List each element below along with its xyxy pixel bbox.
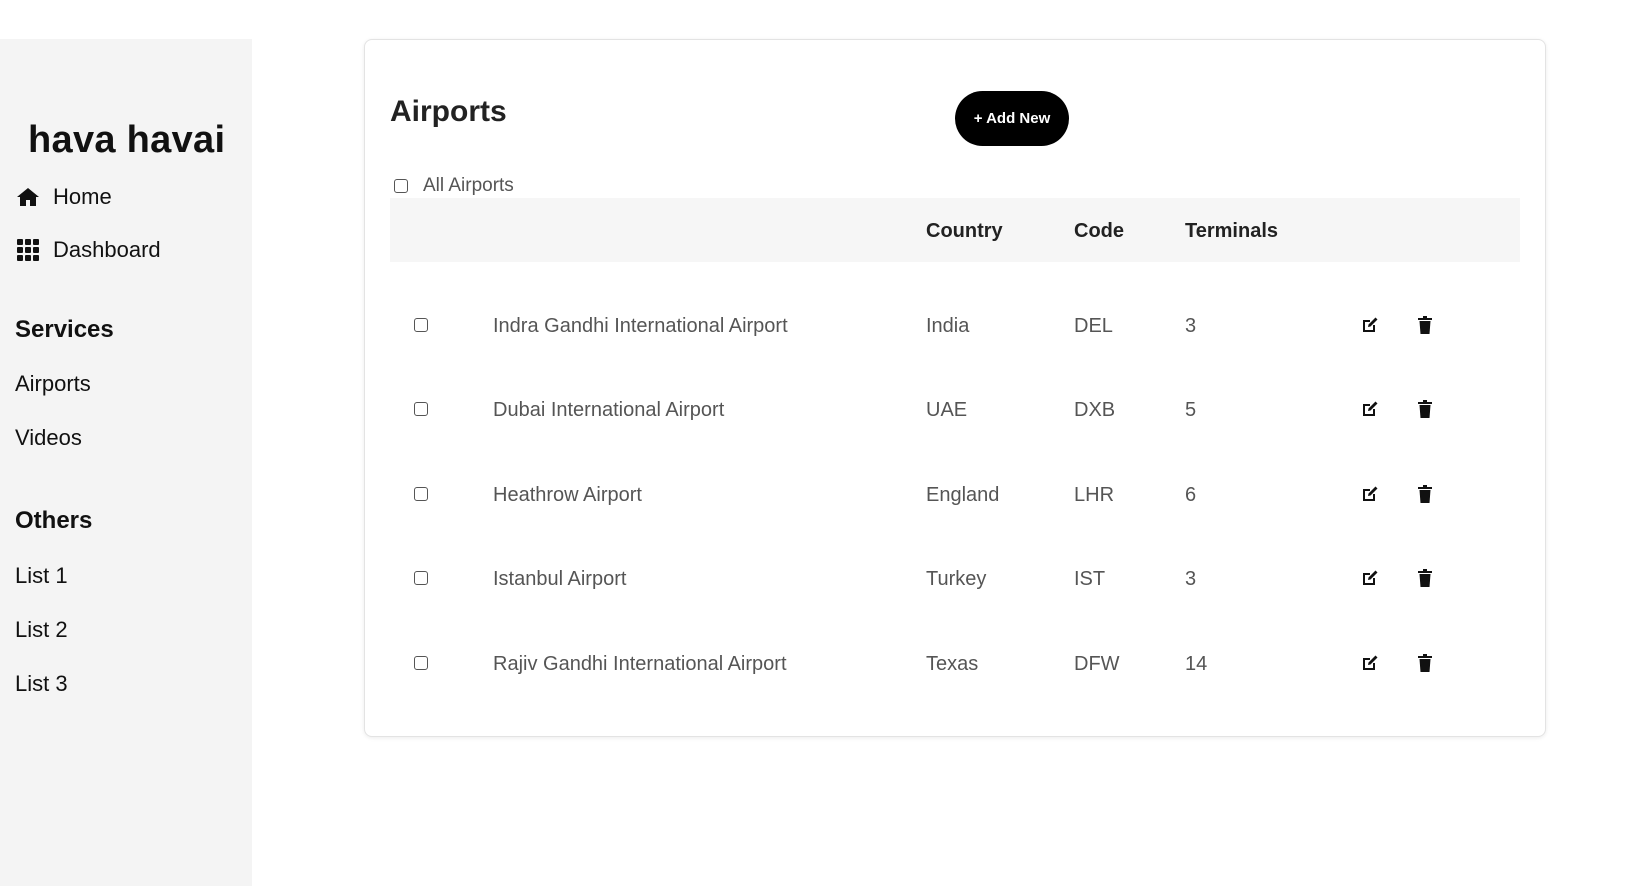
- row-checkbox[interactable]: [414, 656, 428, 670]
- page-title: Airports: [390, 95, 507, 128]
- select-all-checkbox[interactable]: [394, 179, 408, 193]
- country-cell: India: [926, 315, 970, 337]
- sidebar-item-videos[interactable]: Videos: [15, 425, 82, 451]
- nav-item-dashboard[interactable]: Dashboard: [15, 237, 161, 263]
- grid-icon: [15, 238, 41, 262]
- terminals-cell: 3: [1185, 568, 1197, 590]
- trash-icon[interactable]: [1415, 315, 1435, 335]
- select-all-label: All Airports: [423, 175, 514, 196]
- nav-item-label: Home: [53, 184, 112, 209]
- table-header: Country Code Terminals: [390, 198, 1520, 262]
- edit-icon[interactable]: [1360, 315, 1380, 335]
- terminals-cell: 3: [1185, 315, 1197, 337]
- code-cell: DEL: [1074, 315, 1113, 337]
- row-checkbox[interactable]: [414, 571, 428, 585]
- country-cell: Turkey: [926, 568, 987, 590]
- country-cell: UAE: [926, 399, 968, 421]
- table-row: Indra Gandhi International Airport India D…: [390, 285, 1520, 369]
- edit-icon[interactable]: [1360, 653, 1380, 673]
- airport-name-cell: Istanbul Airport: [493, 568, 627, 590]
- sidebar: hava havai Home Dashboard Services Airpo…: [0, 39, 252, 886]
- sidebar-item-list-3[interactable]: List 3: [15, 671, 68, 697]
- nav-item-home[interactable]: Home: [15, 184, 112, 210]
- edit-icon[interactable]: [1360, 484, 1380, 504]
- airport-name-cell: Heathrow Airport: [493, 484, 642, 506]
- trash-icon[interactable]: [1415, 399, 1435, 419]
- column-header-country: Country: [926, 220, 1003, 242]
- airport-name-cell: Rajiv Gandhi International Airport: [493, 653, 787, 675]
- sidebar-item-airports[interactable]: Airports: [15, 371, 91, 397]
- section-title-services: Services: [15, 316, 114, 343]
- country-cell: England: [926, 484, 1000, 506]
- terminals-cell: 14: [1185, 653, 1208, 675]
- country-cell: Texas: [926, 653, 979, 675]
- edit-icon[interactable]: [1360, 568, 1380, 588]
- trash-icon[interactable]: [1415, 653, 1435, 673]
- terminals-cell: 6: [1185, 484, 1197, 506]
- terminals-cell: 5: [1185, 399, 1197, 421]
- add-new-button[interactable]: + Add New: [955, 91, 1069, 146]
- select-all-row: All Airports: [394, 175, 514, 197]
- edit-icon[interactable]: [1360, 399, 1380, 419]
- table-row: Istanbul Airport Turkey IST 3: [390, 538, 1520, 622]
- table-row: Dubai International Airport UAE DXB 5: [390, 369, 1520, 453]
- nav-item-label: Dashboard: [53, 237, 161, 262]
- airports-card: Airports + Add New All Airports Country …: [364, 39, 1546, 737]
- code-cell: LHR: [1074, 484, 1115, 506]
- sidebar-item-list-1[interactable]: List 1: [15, 563, 68, 589]
- row-checkbox[interactable]: [414, 318, 428, 332]
- sidebar-item-list-2[interactable]: List 2: [15, 617, 68, 643]
- row-checkbox[interactable]: [414, 487, 428, 501]
- table-row: Rajiv Gandhi International Airport Texas D…: [390, 623, 1520, 707]
- column-header-terminals: Terminals: [1185, 220, 1278, 242]
- table-row: Heathrow Airport England LHR 6: [390, 454, 1520, 538]
- code-cell: DXB: [1074, 399, 1116, 421]
- trash-icon[interactable]: [1415, 484, 1435, 504]
- code-cell: DFW: [1074, 653, 1120, 675]
- airport-name-cell: Dubai International Airport: [493, 399, 725, 421]
- home-icon: [15, 185, 41, 209]
- airport-name-cell: Indra Gandhi International Airport: [493, 315, 788, 337]
- column-header-code: Code: [1074, 220, 1124, 242]
- app-logo: hava havai: [28, 119, 226, 161]
- row-checkbox[interactable]: [414, 402, 428, 416]
- trash-icon[interactable]: [1415, 568, 1435, 588]
- code-cell: IST: [1074, 568, 1106, 590]
- section-title-others: Others: [15, 507, 93, 534]
